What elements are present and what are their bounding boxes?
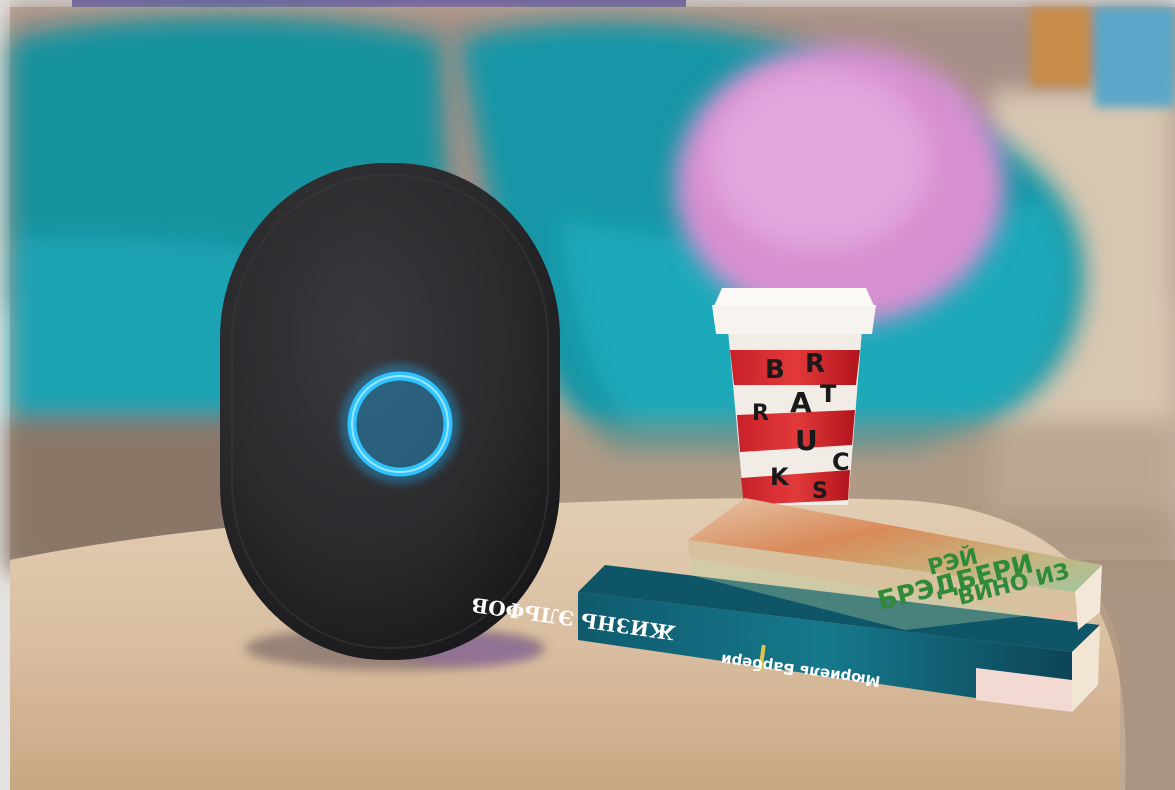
cup-letter: C [832,448,850,476]
cup-letter: R [752,401,769,426]
cup-letter: K [770,463,790,491]
cup-letter: T [820,380,837,408]
smart-speaker [220,163,560,660]
scene-illustration: B R T A R U C K S ЖИЗНЬ ЭЛЬФОВ Мюриель Б… [10,7,1175,790]
cup-letter: R [805,349,825,379]
cup-letter: B [765,355,785,385]
cup-letter: U [795,424,818,457]
cup-letter: S [812,479,828,504]
cup-letter: A [790,386,812,419]
bookshelf-blur [1030,7,1090,87]
photo-scene: B R T A R U C K S ЖИЗНЬ ЭЛЬФОВ Мюриель Б… [0,0,1175,790]
